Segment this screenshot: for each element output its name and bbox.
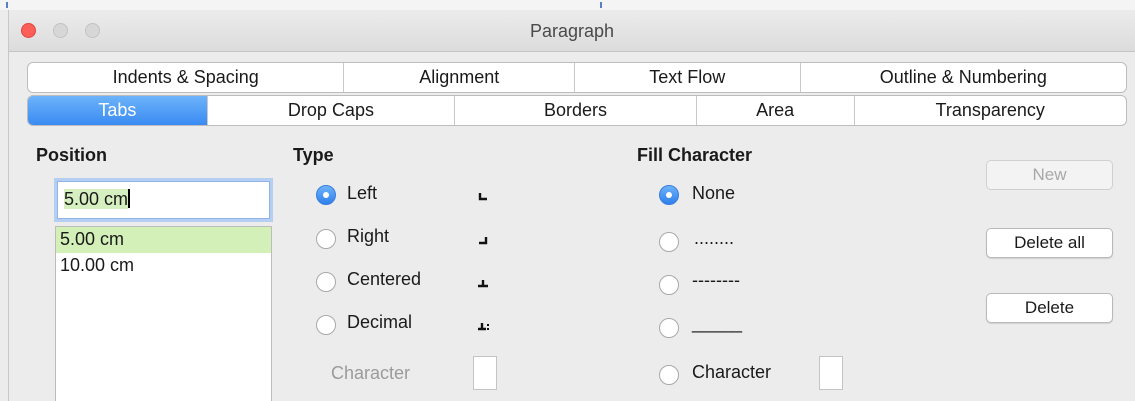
position-list-item[interactable]: 10.00 cm <box>56 253 271 279</box>
position-list-item[interactable]: 5.00 cm <box>56 227 271 253</box>
type-left-radio[interactable] <box>316 185 336 205</box>
position-heading: Position <box>36 145 107 165</box>
tab-indents-spacing[interactable]: Indents & Spacing <box>28 63 345 92</box>
new-button[interactable]: New <box>986 160 1113 190</box>
title-bar: Paragraph <box>9 10 1135 52</box>
tab-drop-caps[interactable]: Drop Caps <box>208 96 456 125</box>
type-decimal-radio[interactable] <box>316 315 336 335</box>
position-list[interactable]: 5.00 cm 10.00 cm <box>55 226 272 401</box>
position-input[interactable]: 5.00 cm <box>57 181 270 219</box>
tab-alignment[interactable]: Alignment <box>344 63 575 92</box>
type-right-label: Right <box>347 226 390 246</box>
tab-text-flow[interactable]: Text Flow <box>575 63 801 92</box>
type-decimal-label: Decimal <box>347 312 413 332</box>
fill-underscores-label: _____ <box>692 313 743 333</box>
right-tab-icon <box>471 228 495 252</box>
fill-dashes-radio[interactable] <box>659 275 679 295</box>
tab-outline-numbering[interactable]: Outline & Numbering <box>801 63 1126 92</box>
delete-button[interactable]: Delete <box>986 293 1113 323</box>
fill-dots-label: ........ <box>694 228 735 248</box>
type-centered-radio[interactable] <box>316 272 336 292</box>
type-left-label: Left <box>347 183 378 203</box>
fill-dots-radio[interactable] <box>659 232 679 252</box>
background-window-strip <box>0 0 1135 10</box>
centered-tab-icon <box>471 271 495 295</box>
ruler-mark <box>6 2 8 8</box>
position-input-value: 5.00 cm <box>64 189 129 209</box>
decimal-character-label: Character <box>331 363 411 383</box>
fill-underscores-radio[interactable] <box>659 318 679 338</box>
decimal-tab-icon <box>471 314 495 338</box>
paragraph-dialog: Paragraph Indents & Spacing Alignment Te… <box>8 10 1135 401</box>
delete-all-button[interactable]: Delete all <box>986 228 1113 258</box>
decimal-character-field[interactable] <box>473 356 497 390</box>
fill-character-heading: Fill Character <box>637 145 753 165</box>
type-centered-label: Centered <box>347 269 422 289</box>
type-right-radio[interactable] <box>316 229 336 249</box>
fill-character-label: Character <box>692 362 772 382</box>
fill-character-field[interactable] <box>819 356 843 390</box>
fill-dashes-label: -------- <box>692 270 740 290</box>
ruler-mark <box>600 2 602 8</box>
tab-transparency[interactable]: Transparency <box>855 96 1127 125</box>
type-heading: Type <box>293 145 334 165</box>
fill-none-radio[interactable] <box>659 185 679 205</box>
tab-row-2: Tabs Drop Caps Borders Area Transparency <box>27 95 1127 126</box>
fill-none-label: None <box>692 183 736 203</box>
tab-tabs[interactable]: Tabs <box>28 96 208 125</box>
tab-row-1: Indents & Spacing Alignment Text Flow Ou… <box>27 62 1127 93</box>
tab-area[interactable]: Area <box>697 96 855 125</box>
fill-character-radio[interactable] <box>659 365 679 385</box>
text-caret <box>128 189 131 208</box>
window-title: Paragraph <box>529 21 615 41</box>
tab-borders[interactable]: Borders <box>455 96 697 125</box>
left-tab-icon <box>471 184 495 208</box>
